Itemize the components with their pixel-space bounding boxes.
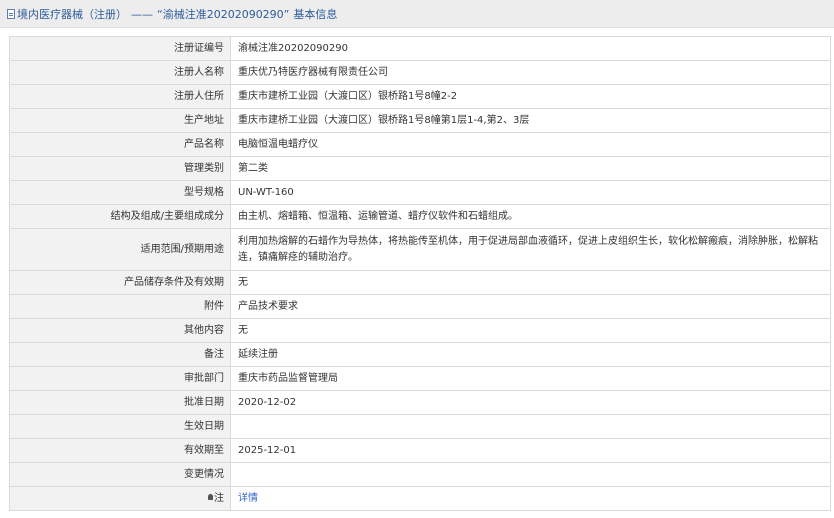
row-label: 批准日期: [9, 390, 231, 415]
row-value: 由主机、熔蜡箱、恒温箱、运输管道、蜡疗仪软件和石蜡组成。: [230, 204, 831, 229]
row-value: 延续注册: [230, 342, 831, 367]
row-label: 备注: [9, 342, 231, 367]
table-row: 生效日期: [9, 414, 831, 439]
table-row: 型号规格 UN-WT-160: [9, 180, 831, 205]
table-row: 变更情况: [9, 462, 831, 487]
row-value: 渝械注准20202090290: [230, 36, 831, 61]
row-value: UN-WT-160: [230, 180, 831, 205]
table-row: 注册人名称 重庆优乃特医疗器械有限责任公司: [9, 60, 831, 85]
header-suffix: 基本信息: [293, 7, 338, 21]
table-row: 结构及组成/主要组成成分 由主机、熔蜡箱、恒温箱、运输管道、蜡疗仪软件和石蜡组成…: [9, 204, 831, 229]
row-label: 有效期至: [9, 438, 231, 463]
row-value: [230, 414, 831, 439]
row-value: 产品技术要求: [230, 294, 831, 319]
row-label: 生效日期: [9, 414, 231, 439]
table-row: 批准日期 2020-12-02: [9, 390, 831, 415]
row-value: 重庆市建桥工业园（大渡口区）银桥路1号8幢第1层1-4,第2、3层: [230, 108, 831, 133]
header-dash: ——: [131, 7, 153, 21]
row-label: 注册人名称: [9, 60, 231, 85]
table-row: 产品名称 电脑恒温电蜡疗仪: [9, 132, 831, 157]
header-prefix: 境内医疗器械（注册）: [17, 7, 127, 21]
table-row: 生产地址 重庆市建桥工业园（大渡口区）银桥路1号8幢第1层1-4,第2、3层: [9, 108, 831, 133]
table-row: 注册证编号 渝械注准20202090290: [9, 36, 831, 61]
row-value: [230, 462, 831, 487]
row-label: 结构及组成/主要组成成分: [9, 204, 231, 229]
table-row: 注册人住所 重庆市建桥工业园（大渡口区）银桥路1号8幢2-2: [9, 84, 831, 109]
table-row: 其他内容 无: [9, 318, 831, 343]
row-label: 管理类别: [9, 156, 231, 181]
table-row: 有效期至 2025-12-01: [9, 438, 831, 463]
row-label: 产品储存条件及有效期: [9, 270, 231, 295]
lightbulb-icon: [208, 493, 213, 500]
table-row: 附件 产品技术要求: [9, 294, 831, 319]
details-link[interactable]: 详情: [238, 493, 258, 504]
row-label: 注册人住所: [9, 84, 231, 109]
row-label: 附件: [9, 294, 231, 319]
row-label: 型号规格: [9, 180, 231, 205]
row-value: 2020-12-02: [230, 390, 831, 415]
row-value: 2025-12-01: [230, 438, 831, 463]
page-title: 境内医疗器械（注册） —— “渝械注准20202090290” 基本信息: [17, 6, 341, 22]
info-table: 注册证编号 渝械注准20202090290 注册人名称 重庆优乃特医疗器械有限责…: [9, 36, 831, 511]
row-value: 无: [230, 318, 831, 343]
row-value: 电脑恒温电蜡疗仪: [230, 132, 831, 157]
row-label: 其他内容: [9, 318, 231, 343]
table-row-note: 注 详情: [9, 486, 831, 511]
header-record-id: “渝械注准20202090290”: [157, 7, 290, 21]
row-label: 注册证编号: [9, 36, 231, 61]
row-value: 利用加热熔解的石蜡作为导热体，将热能传至机体，用于促进局部血液循环，促进上皮组织…: [230, 228, 831, 271]
row-label: 产品名称: [9, 132, 231, 157]
row-label: 注: [214, 492, 224, 504]
row-value: 重庆市建桥工业园（大渡口区）银桥路1号8幢2-2: [230, 84, 831, 109]
row-value: 重庆优乃特医疗器械有限责任公司: [230, 60, 831, 85]
row-value: 无: [230, 270, 831, 295]
table-row: 管理类别 第二类: [9, 156, 831, 181]
row-label: 生产地址: [9, 108, 231, 133]
row-label: 变更情况: [9, 462, 231, 487]
document-icon: [7, 8, 15, 19]
table-row: 适用范围/预期用途 利用加热熔解的石蜡作为导热体，将热能传至机体，用于促进局部血…: [9, 228, 831, 271]
note-label-cell: 注: [9, 486, 231, 511]
info-table-container: 注册证编号 渝械注准20202090290 注册人名称 重庆优乃特医疗器械有限责…: [9, 36, 831, 511]
note-value-cell: 详情: [230, 486, 831, 511]
row-label: 审批部门: [9, 366, 231, 391]
table-row: 备注 延续注册: [9, 342, 831, 367]
table-row: 审批部门 重庆市药品监督管理局: [9, 366, 831, 391]
row-value: 第二类: [230, 156, 831, 181]
row-label: 适用范围/预期用途: [9, 228, 231, 271]
table-row: 产品储存条件及有效期 无: [9, 270, 831, 295]
row-value: 重庆市药品监督管理局: [230, 366, 831, 391]
page-header: 境内医疗器械（注册） —— “渝械注准20202090290” 基本信息: [0, 0, 834, 28]
